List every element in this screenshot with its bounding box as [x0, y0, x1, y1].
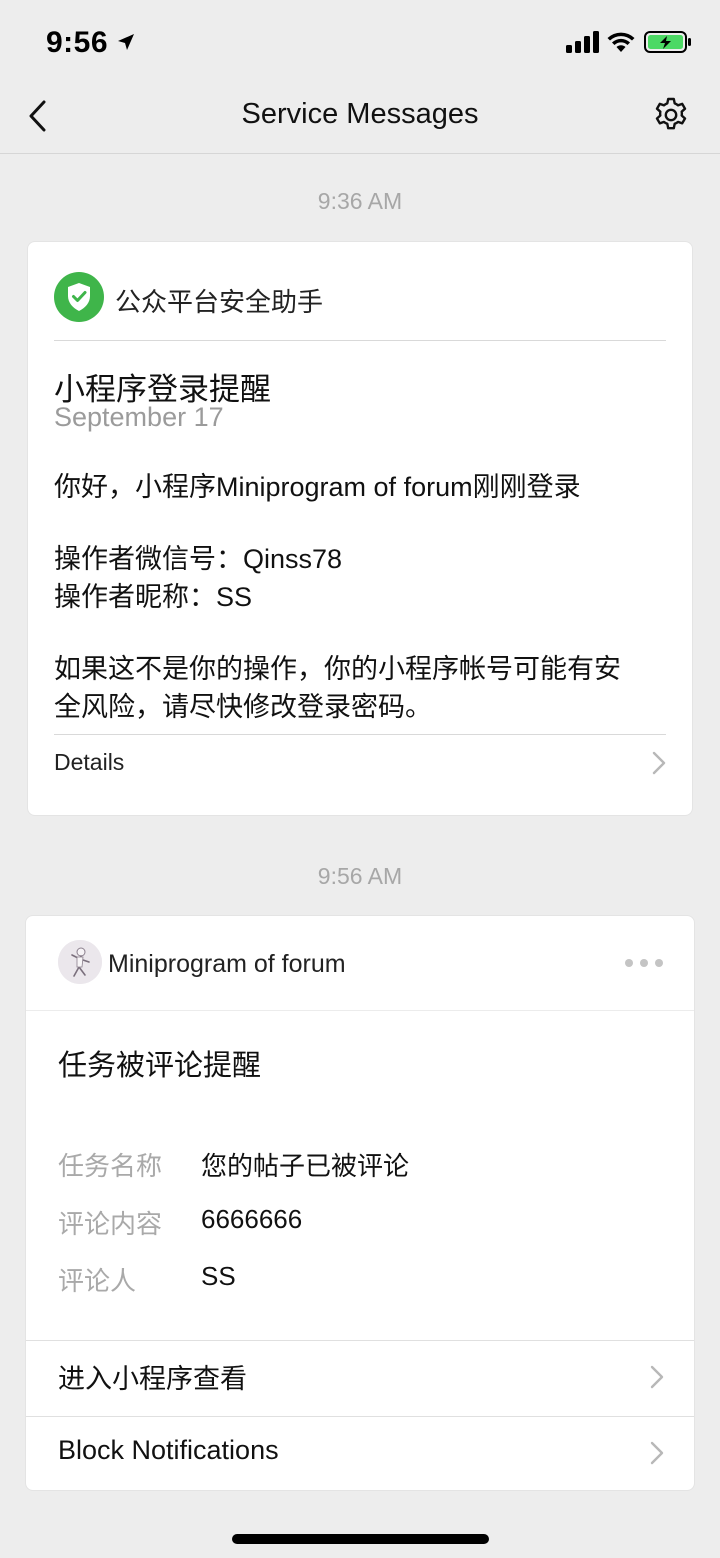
wifi-icon: [607, 32, 635, 52]
message-card[interactable]: 公众平台安全助手 小程序登录提醒 September 17 你好，小程序Mini…: [27, 241, 693, 816]
divider: [54, 340, 666, 341]
location-arrow-icon: [118, 34, 134, 50]
nav-bar: Service Messages: [0, 88, 720, 154]
avatar: [58, 940, 102, 984]
chevron-right-icon: [650, 1365, 664, 1389]
field-value: SS: [201, 1261, 236, 1291]
divider: [54, 734, 666, 735]
open-miniprogram-button[interactable]: 进入小程序查看: [58, 1357, 247, 1396]
page-title: Service Messages: [241, 98, 479, 130]
message-timestamp: 9:36 AM: [317, 188, 403, 214]
message-card[interactable]: Miniprogram of forum 任务被评论提醒 任务名称 您的帖子已被…: [25, 915, 695, 1491]
status-time: 9:56: [46, 26, 109, 59]
more-dots-icon[interactable]: [624, 958, 664, 968]
field-key: 评论内容: [58, 1209, 163, 1239]
message-body-greeting: 你好，小程序Miniprogram of forum刚刚登录: [54, 472, 581, 502]
battery-charging-icon: [644, 31, 691, 53]
operator-wechat-id: 操作者微信号：Qinss78: [54, 544, 343, 574]
chevron-right-icon: [650, 1441, 664, 1465]
cellular-signal-icon: [566, 31, 599, 53]
divider: [26, 1010, 694, 1011]
field-value: 6666666: [201, 1204, 303, 1234]
divider: [26, 1416, 694, 1417]
operator-nickname: 操作者昵称：SS: [54, 582, 253, 612]
message-source: 公众平台安全助手: [115, 287, 324, 317]
block-notifications-button[interactable]: Block Notifications: [58, 1435, 279, 1466]
message-date: September 17: [54, 402, 224, 432]
avatar-figure-icon: [58, 940, 102, 984]
message-body-operator: 操作者微信号：Qinss78 操作者昵称：SS: [54, 540, 666, 616]
details-link[interactable]: Details: [54, 749, 124, 776]
gear-icon[interactable]: [652, 96, 690, 134]
status-bar: 9:56: [0, 0, 720, 88]
field-key: 任务名称: [58, 1151, 163, 1181]
warning-line-2: 全风险，请尽快修改登录密码。: [54, 692, 432, 722]
warning-line-1: 如果这不是你的操作，你的小程序帐号可能有安: [54, 654, 621, 684]
message-source: Miniprogram of forum: [108, 950, 346, 978]
home-indicator[interactable]: [232, 1534, 489, 1544]
message-body-warning: 如果这不是你的操作，你的小程序帐号可能有安 全风险，请尽快修改登录密码。: [54, 650, 666, 726]
divider: [26, 1340, 694, 1341]
field-value: 您的帖子已被评论: [201, 1151, 410, 1181]
field-key: 评论人: [58, 1266, 137, 1296]
shield-check-icon: [54, 272, 104, 322]
chevron-right-icon: [652, 751, 666, 775]
message-title: 任务被评论提醒: [58, 1050, 262, 1082]
message-timestamp: 9:56 AM: [317, 863, 403, 889]
